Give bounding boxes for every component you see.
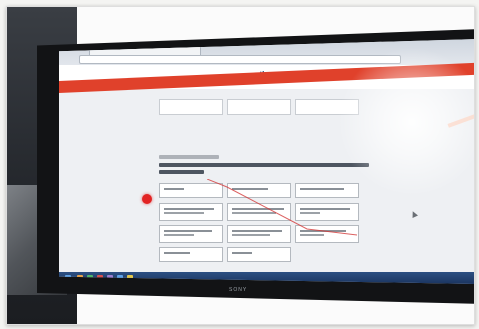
address-bar[interactable]	[79, 55, 401, 64]
photo-frame: ctb	[6, 6, 475, 325]
nav-card-1[interactable]	[159, 99, 223, 115]
selected-answer-dot	[142, 194, 152, 204]
drawn-annotation	[207, 179, 358, 236]
nav-card-2[interactable]	[227, 99, 291, 115]
monitor-brand: SONY	[229, 287, 248, 293]
